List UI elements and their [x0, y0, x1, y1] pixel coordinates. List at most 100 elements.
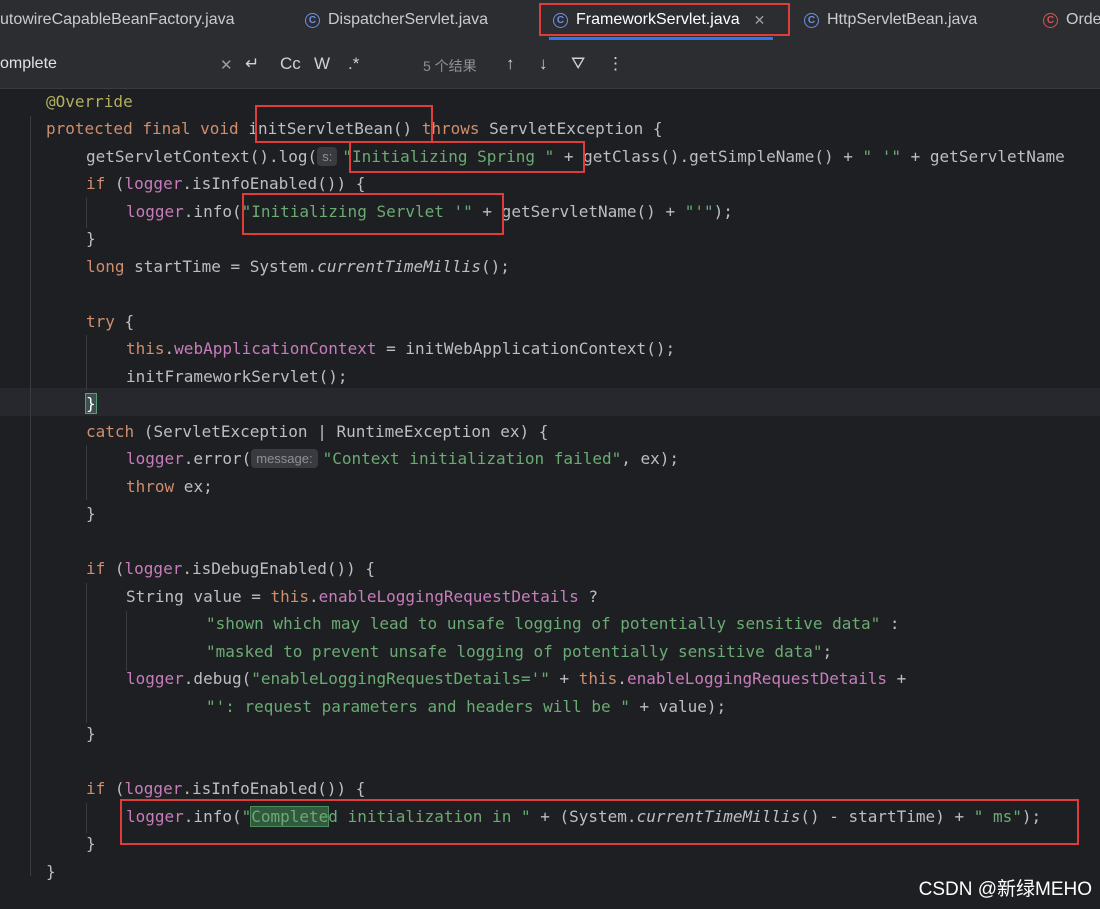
code-line-28: }	[86, 830, 96, 857]
token: ();	[480, 257, 510, 276]
code-line-22: logger.debug("enableLoggingRequestDetail…	[126, 665, 906, 692]
token: }	[46, 862, 56, 881]
code-line-23: "': request parameters and headers will …	[206, 693, 726, 720]
code-line-20: "shown which may lead to unsafe logging …	[206, 610, 900, 637]
token: , ex);	[621, 449, 680, 468]
token: getServletContext().log(	[86, 147, 318, 166]
token: .	[617, 669, 627, 688]
token: .error(	[183, 449, 252, 468]
token: .isDebugEnabled()) {	[182, 559, 375, 578]
code-line-14: logger.error(message: "Context initializa…	[126, 445, 679, 472]
new-line-icon[interactable]: ↵	[245, 54, 259, 74]
token: (	[105, 559, 125, 578]
code-line-10: this.webApplicationContext = initWebAppl…	[126, 335, 675, 362]
watermark: CSDN @新绿MEHO	[918, 879, 1092, 900]
caret-row-highlight	[0, 388, 1100, 416]
highlight-box-method-name	[255, 105, 433, 143]
token: ServletException {	[489, 119, 663, 138]
field: webApplicationContext	[174, 339, 377, 358]
code-line-6: }	[86, 225, 96, 252]
keyword: throw	[126, 477, 175, 496]
field: logger	[124, 779, 183, 798]
token: + getServletName	[901, 147, 1065, 166]
token: (	[105, 779, 125, 798]
annotation-override: @Override	[46, 92, 133, 111]
whole-words-toggle[interactable]: W	[314, 54, 330, 74]
highlight-box-active-tab	[539, 3, 790, 36]
code-editor[interactable]: @Override protected final void initServl…	[0, 88, 1100, 909]
token: }	[86, 229, 96, 248]
code-line-16: }	[86, 500, 96, 527]
code-line-18: if (logger.isDebugEnabled()) {	[86, 555, 375, 582]
code-line-24: }	[86, 720, 96, 747]
code-line-1: @Override	[46, 88, 133, 115]
tab-label: DispatcherServlet.java	[328, 11, 489, 28]
keyword: void	[200, 119, 239, 138]
clear-icon[interactable]: ✕	[220, 56, 233, 74]
indent-guide	[86, 445, 87, 500]
tab-label: utowireCapableBeanFactory.java	[0, 11, 235, 28]
parameter-hint: message:	[251, 449, 318, 468]
token: ;	[822, 642, 833, 661]
token: }	[86, 724, 96, 743]
match-case-toggle[interactable]: Cc	[280, 54, 301, 74]
highlight-box-initializing-spring	[349, 141, 585, 173]
class-icon: C	[1043, 12, 1058, 28]
code-line-11: initFrameworkServlet();	[126, 363, 348, 390]
token: ex;	[174, 477, 213, 496]
token: + getClass().getSimpleName() +	[554, 147, 863, 166]
string-literal: "Context initialization failed"	[322, 449, 622, 468]
code-line-19: String value = this.enableLoggingRequest…	[126, 583, 598, 610]
more-options-icon[interactable]: ⋮	[607, 54, 624, 74]
previous-occurrence-icon[interactable]: ↑	[506, 54, 515, 74]
code-line-9: try {	[86, 308, 134, 335]
filter-icon[interactable]: ⛛	[571, 54, 585, 74]
indent-guide	[30, 116, 31, 876]
field: logger	[124, 174, 183, 193]
keyword: if	[86, 174, 106, 193]
token: = initWebApplicationContext();	[376, 339, 676, 358]
search-input[interactable]: omplete	[0, 55, 57, 73]
string-literal: "masked to prevent unsafe logging of pot…	[206, 642, 823, 661]
regex-toggle[interactable]: .*	[348, 54, 359, 74]
code-line-21: "masked to prevent unsafe logging of pot…	[206, 638, 832, 665]
class-icon: C	[305, 12, 320, 28]
field: logger	[126, 669, 184, 688]
token: (	[105, 174, 125, 193]
tab-orde[interactable]: C Orde	[1043, 0, 1100, 40]
tab-dispatcher-servlet[interactable]: C DispatcherServlet.java	[305, 0, 488, 40]
keyword: this	[126, 339, 165, 358]
token: ?	[578, 587, 599, 606]
token: .isInfoEnabled()) {	[182, 174, 366, 193]
code-line-13: catch (ServletException | RuntimeExcepti…	[86, 418, 548, 445]
token: (ServletException | RuntimeException ex)…	[134, 422, 549, 441]
field: enableLoggingRequestDetails	[626, 669, 888, 688]
matched-brace: }	[85, 393, 97, 414]
token: );	[713, 202, 733, 221]
tab-http-servlet-bean[interactable]: C HttpServletBean.java	[804, 0, 977, 40]
tab-label: Orde	[1066, 11, 1100, 28]
string-literal: " '"	[862, 147, 902, 166]
token: .debug(	[183, 669, 252, 688]
tab-label: HttpServletBean.java	[827, 11, 978, 28]
tab-autowire-capable-bean-factory[interactable]: utowireCapableBeanFactory.java	[0, 0, 235, 40]
token: :	[880, 614, 900, 633]
code-line-26: if (logger.isInfoEnabled()) {	[86, 775, 365, 802]
keyword: this	[578, 669, 618, 688]
static-method: currentTimeMillis	[317, 257, 481, 276]
token: +	[549, 669, 579, 688]
keyword: this	[270, 587, 310, 606]
token: .info(	[183, 202, 242, 221]
indent-guide	[86, 335, 87, 390]
field: logger	[126, 202, 184, 221]
parameter-hint: s:	[317, 147, 338, 166]
field: logger	[124, 559, 183, 578]
token: + value);	[629, 697, 727, 716]
token: {	[124, 312, 135, 331]
token: .	[164, 339, 175, 358]
highlight-box-completed-log	[120, 799, 1079, 845]
indent-guide	[86, 198, 87, 228]
token: .isInfoEnabled()) {	[182, 779, 366, 798]
next-occurrence-icon[interactable]: ↓	[539, 54, 548, 74]
